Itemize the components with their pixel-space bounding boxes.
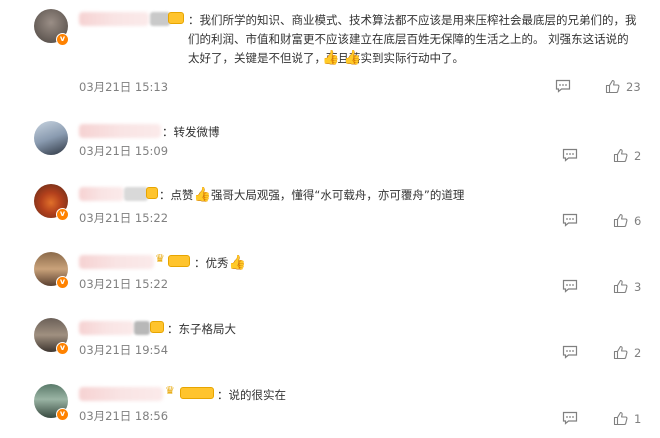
like-count: 6 <box>634 213 642 228</box>
comment-reply-icon <box>562 148 578 162</box>
like-thumb-icon <box>613 411 628 426</box>
verified-badge-icon: v <box>56 342 69 355</box>
like-thumb-icon <box>613 345 628 360</box>
comment-body: 优秀 <box>205 256 229 270</box>
reply-button[interactable] <box>562 213 578 227</box>
comment-item: v ♛ ：优秀👍 03月21日 15:22 3 <box>0 252 660 302</box>
username-blurred[interactable] <box>79 255 154 269</box>
like-thumb-icon <box>613 148 628 163</box>
reply-button[interactable] <box>562 279 578 293</box>
like-thumb-icon <box>613 279 628 294</box>
username-blurred[interactable] <box>79 124 161 138</box>
level-badge-icon <box>150 321 164 333</box>
reply-button[interactable] <box>562 148 578 162</box>
comment-prefix: 点赞 <box>170 188 194 202</box>
comment-text: ：点赞👍强哥大局观强，懂得“水可载舟，亦可覆舟”的道理 <box>159 186 464 205</box>
comment-time: 03月21日 15:22 <box>79 211 169 225</box>
like-count: 2 <box>634 148 642 163</box>
reply-button[interactable] <box>555 79 571 93</box>
reply-button[interactable] <box>562 345 578 359</box>
thumbs-up-emoji-icon: 👍 <box>193 187 211 203</box>
thumbs-up-emoji-icon: 👍 👍 <box>322 50 362 66</box>
like-button[interactable]: 3 <box>613 279 641 294</box>
verified-badge-icon: v <box>56 276 69 289</box>
comment-item: v ♛ ：说的很实在 03月21日 18:56 1 <box>0 384 660 434</box>
colon: ： <box>217 388 229 402</box>
username-tail-blurred <box>124 187 148 201</box>
comment-item: v ：点赞👍强哥大局观强，懂得“水可载舟，亦可覆舟”的道理 03月21日 15:… <box>0 184 660 234</box>
comment-list: v ：我们所学的知识、商业模式、技术算法都不应该是用来压榨社会最底层的兄弟们的，… <box>0 0 660 438</box>
like-button[interactable]: 6 <box>613 213 641 228</box>
comment-text: ：转发微博 <box>162 123 220 142</box>
comment-reply-icon <box>562 345 578 359</box>
comment-time: 03月21日 18:56 <box>79 409 169 423</box>
colon: ： <box>167 322 179 336</box>
crown-icon: ♛ <box>165 384 175 397</box>
comment-reply-icon <box>562 213 578 227</box>
colon: ： <box>162 125 174 139</box>
level-badge-icon <box>168 255 190 267</box>
comment-text: ：我们所学的知识、商业模式、技术算法都不应该是用来压榨社会最底层的兄弟们的，我们… <box>188 11 638 68</box>
username-blurred[interactable] <box>79 187 124 201</box>
comment-time: 03月21日 15:13 <box>79 80 169 94</box>
comment-item: v ：我们所学的知识、商业模式、技术算法都不应该是用来压榨社会最底层的兄弟们的，… <box>0 9 660 99</box>
colon: ： <box>194 256 206 270</box>
level-badge-icon <box>146 187 158 199</box>
like-button[interactable]: 1 <box>613 411 641 426</box>
comment-time: 03月21日 15:09 <box>79 144 169 158</box>
like-thumb-icon <box>605 79 620 94</box>
comment-item: v ：东子格局大 03月21日 19:54 2 <box>0 318 660 368</box>
colon: ： <box>159 188 171 202</box>
comment-text: ：优秀👍 <box>194 254 246 273</box>
like-thumb-icon <box>613 213 628 228</box>
username-tail-blurred <box>134 321 150 335</box>
avatar[interactable] <box>34 121 68 155</box>
username-blurred[interactable] <box>79 387 163 401</box>
like-count: 1 <box>634 411 642 426</box>
comment-body: 说的很实在 <box>228 388 287 402</box>
verified-badge-icon: v <box>56 33 69 46</box>
comment-time: 03月21日 19:54 <box>79 343 169 357</box>
comment-reply-icon <box>555 79 571 93</box>
like-count: 3 <box>634 279 642 294</box>
like-button[interactable]: 2 <box>613 148 641 163</box>
comment-body: 我们所学的知识、商业模式、技术算法都不应该是用来压榨社会最底层的兄弟们的，我们的… <box>188 13 637 65</box>
comment-body: 转发微博 <box>173 125 220 139</box>
comment-item: ：转发微博 03月21日 15:09 2 <box>0 121 660 171</box>
comment-text: ：说的很实在 <box>217 386 286 405</box>
crown-icon: ♛ <box>155 252 165 265</box>
like-button[interactable]: 23 <box>605 79 641 94</box>
like-button[interactable]: 2 <box>613 345 641 360</box>
comment-body: 东子格局大 <box>178 322 237 336</box>
level-badge-icon <box>168 12 184 24</box>
username-blurred[interactable] <box>79 12 149 26</box>
verified-badge-icon: v <box>56 208 69 221</box>
verified-badge-icon: v <box>56 408 69 421</box>
thumbs-up-emoji-icon: 👍 <box>228 255 246 271</box>
comment-time: 03月21日 15:22 <box>79 277 169 291</box>
comment-reply-icon <box>562 279 578 293</box>
reply-button[interactable] <box>562 411 578 425</box>
comment-reply-icon <box>562 411 578 425</box>
colon: ： <box>188 13 200 27</box>
comment-text: ：东子格局大 <box>167 320 236 339</box>
comment-body: 强哥大局观强，懂得“水可载舟，亦可覆舟”的道理 <box>210 188 465 202</box>
username-tail-blurred <box>150 12 170 26</box>
like-count: 23 <box>626 79 641 94</box>
level-badge-icon <box>180 387 214 399</box>
username-blurred[interactable] <box>79 321 134 335</box>
comment-emoji: 👍 👍 <box>322 49 361 68</box>
like-count: 2 <box>634 345 642 360</box>
